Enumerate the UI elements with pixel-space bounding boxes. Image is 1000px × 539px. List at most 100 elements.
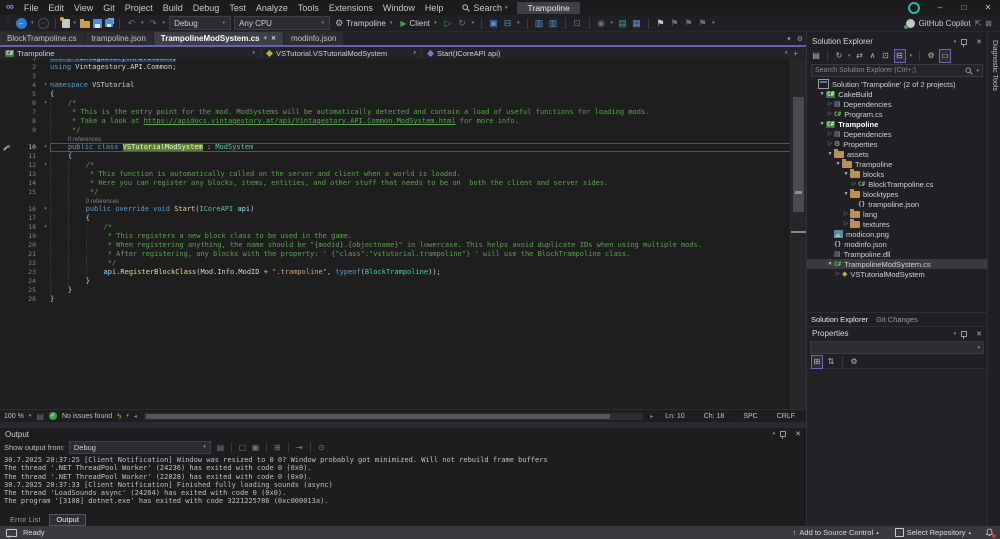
goto-message-icon[interactable]: ▣ [250, 443, 261, 452]
menu-help[interactable]: Help [420, 3, 449, 13]
fold-arrow-icon[interactable]: ▾ [41, 99, 50, 108]
collapse-arrow-icon[interactable]: ▷ [842, 221, 850, 227]
tree-item-trampoline-json[interactable]: {}trampoline.json [807, 199, 987, 209]
solution-configuration-dropdown[interactable]: Debug▾ [169, 16, 231, 30]
code-editor[interactable]: 1using Vintagestory.API.Client;2using Vi… [0, 59, 806, 409]
menu-build[interactable]: Build [158, 3, 188, 13]
menu-file[interactable]: File [19, 3, 44, 13]
tree-item-assets[interactable]: ▾assets [807, 149, 987, 159]
categorized-icon[interactable]: ⊞ [811, 355, 823, 369]
tree-item-textures[interactable]: ▷textures [807, 219, 987, 229]
github-copilot-badge[interactable]: GitHub Copilot ⇱ ⊠ [906, 19, 992, 28]
collapse-arrow-icon[interactable]: ▷ [826, 131, 834, 137]
hscroll-right-arrow[interactable]: ▸ [650, 413, 653, 420]
redo-icon[interactable]: ↷ [148, 17, 159, 29]
performance-profiler-icon[interactable]: ▥ [534, 17, 545, 29]
show-all-files-icon[interactable]: ⊟ [894, 49, 906, 63]
collapse-arrow-icon[interactable]: ▷ [826, 101, 834, 107]
hot-reload-icon[interactable]: ↻ [457, 17, 468, 29]
dropdown-caret-icon[interactable]: ▾ [848, 53, 851, 59]
menu-analyze[interactable]: Analyze [251, 3, 293, 13]
history-icon[interactable]: ⊙ [316, 443, 327, 452]
alphabetical-icon[interactable]: ⇅ [826, 356, 836, 368]
tree-item-blocktrampoline-cs[interactable]: ▷C#BlockTrampoline.cs [807, 179, 987, 189]
close-button[interactable]: ✕ [976, 3, 1000, 12]
line-indicator[interactable]: Ln: 10 [658, 413, 691, 420]
fold-arrow-icon[interactable]: ▾ [41, 143, 50, 152]
editor-vertical-scrollbar[interactable] [790, 59, 806, 409]
preview-selected-items-icon[interactable]: ▭ [939, 49, 951, 63]
spaces-indicator[interactable]: SPC [736, 413, 764, 420]
member-dropdown[interactable]: Start(ICoreAPI api) ▾ + [422, 47, 806, 59]
pin-tab-icon[interactable]: + [263, 36, 267, 42]
feedback-icon[interactable] [6, 529, 17, 537]
start-without-debugging-icon[interactable]: ▷ [443, 17, 454, 29]
quick-actions-icon[interactable] [2, 144, 10, 152]
dropdown-caret-icon[interactable]: ▾ [517, 20, 520, 26]
dropdown-caret-icon[interactable]: ▾ [74, 20, 77, 26]
health-indicator-icon[interactable]: ▤ [36, 412, 44, 421]
tree-item-program-cs[interactable]: ▷C#Program.cs [807, 109, 987, 119]
solution-name-badge[interactable]: Trampoline [517, 2, 579, 14]
output-log[interactable]: 30.7.2025 20:37:25 [Client Notification]… [0, 454, 806, 514]
collapse-arrow-icon[interactable]: ▷ [826, 111, 834, 117]
tree-item-vstutorialmodsystem[interactable]: ▷◆VSTutorialModSystem [807, 269, 987, 279]
tree-item-dependencies[interactable]: ▷▤Dependencies [807, 99, 987, 109]
tree-item-trampolinemodsystem-cs[interactable]: ▾C#TrampolineModSystem.cs [807, 259, 987, 269]
toggle-word-wrap-icon[interactable]: ⇥ [294, 443, 305, 452]
window-position-dropdown-icon[interactable]: ▾ [954, 331, 957, 337]
clear-bookmarks-icon[interactable]: ⚑ [697, 17, 708, 29]
editor-horizontal-scrollbar[interactable] [144, 413, 643, 420]
undo-icon[interactable]: ↶ [126, 17, 137, 29]
document-tab-blocktrampoline-cs[interactable]: BlockTrampoline.cs [0, 32, 84, 45]
window-position-dropdown-icon[interactable]: ▾ [773, 431, 776, 437]
collapse-arrow-icon[interactable]: ▷ [834, 271, 842, 277]
properties-object-dropdown[interactable]: ▾ [810, 341, 984, 354]
tree-item-modicon-png[interactable]: modicon.png [807, 229, 987, 239]
panel-tab-solution-explorer[interactable]: Solution Explorer [811, 315, 868, 324]
split-editor-icon[interactable]: + [793, 49, 798, 58]
toggle-bookmark-icon[interactable]: ⚑ [655, 17, 666, 29]
dropdown-caret-icon[interactable]: ▾ [712, 20, 715, 26]
switch-views-icon[interactable]: ⇄ [855, 50, 865, 62]
panel-tab-error-list[interactable]: Error List [4, 515, 46, 525]
close-panel-icon[interactable]: ✕ [976, 38, 982, 46]
start-debugging-button[interactable]: ▶Client▾ [400, 19, 437, 28]
document-tab-modinfo-json[interactable]: modinfo.json [284, 32, 343, 45]
close-tab-icon[interactable]: ✕ [271, 35, 276, 42]
find-message-icon[interactable]: ▢ [237, 443, 248, 452]
menu-view[interactable]: View [69, 3, 98, 13]
select-repository-button[interactable]: Select Repository ▴ [889, 528, 977, 537]
hscroll-left-arrow[interactable]: ◂ [134, 413, 137, 420]
menu-debug[interactable]: Debug [188, 3, 225, 13]
expand-arrow-icon[interactable]: ▾ [818, 91, 826, 97]
panel-tab-git-changes[interactable]: Git Changes [876, 315, 918, 324]
tree-item-solution-trampoline-2-of-2-projects-[interactable]: Solution 'Trampoline' (2 of 2 projects) [807, 79, 987, 89]
tree-item-modinfo-json[interactable]: {}modinfo.json [807, 239, 987, 249]
tab-list-dropdown-icon[interactable]: ▾ [787, 35, 791, 43]
previous-bookmark-icon[interactable]: ⚑ [669, 17, 680, 29]
expand-arrow-icon[interactable]: ▾ [842, 171, 850, 177]
clear-all-icon[interactable]: ⊞ [272, 443, 283, 452]
minimize-button[interactable]: – [928, 3, 952, 12]
tree-item-properties[interactable]: ▷⚙Properties [807, 139, 987, 149]
sync-with-active-document-icon[interactable]: ⊡ [881, 50, 891, 62]
collapse-arrow-icon[interactable]: ▷ [826, 141, 834, 147]
startup-project-dropdown[interactable]: ⚙Trampoline▾ [335, 18, 393, 29]
messages-icon[interactable]: ▤ [215, 443, 226, 452]
fold-arrow-icon[interactable]: ▾ [41, 205, 50, 214]
editor-options-icon[interactable]: ⚙ [797, 35, 803, 43]
preview-window-icon[interactable]: ▣ [488, 17, 499, 29]
dropdown-caret-icon[interactable]: ▾ [910, 53, 913, 59]
maximize-button[interactable]: □ [952, 3, 976, 12]
expand-arrow-icon[interactable]: ▾ [842, 191, 850, 197]
column-indicator[interactable]: Ch: 18 [697, 413, 732, 420]
fold-arrow-icon[interactable]: ▾ [41, 81, 50, 90]
add-to-source-control-button[interactable]: ↑ Add to Source Control ▴ [787, 528, 885, 537]
find-in-files-icon[interactable]: ◉ [596, 17, 607, 29]
output-source-dropdown[interactable]: Debug ▾ [69, 441, 211, 454]
issues-label[interactable]: No issues found [62, 413, 112, 420]
tree-item-trampoline-dll[interactable]: ▤Trampoline.dll [807, 249, 987, 259]
solution-platform-dropdown[interactable]: Any CPU▾ [234, 16, 330, 30]
expand-arrow-icon[interactable]: ▾ [826, 261, 834, 267]
